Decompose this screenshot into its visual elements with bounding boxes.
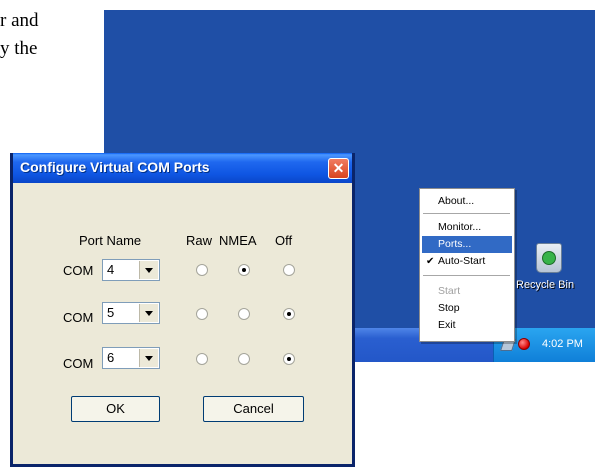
menu-item-auto-start[interactable]: ✔ Auto-Start bbox=[422, 253, 512, 270]
radio-nmea[interactable] bbox=[238, 308, 250, 320]
menu-item-label: Start bbox=[438, 285, 461, 297]
cancel-button[interactable]: Cancel bbox=[203, 396, 304, 422]
document-text-line-2: y the bbox=[0, 38, 38, 59]
com-port-select[interactable]: 4 bbox=[102, 259, 160, 281]
com-prefix-label: COM bbox=[63, 263, 94, 278]
ok-button[interactable]: OK bbox=[71, 396, 160, 422]
com-port-select[interactable]: 6 bbox=[102, 347, 160, 369]
clock: 4:02 PM bbox=[542, 338, 583, 350]
virtual-com-tray-icon[interactable] bbox=[518, 338, 530, 350]
recycle-bin-icon bbox=[536, 243, 562, 273]
configure-virtual-com-ports-dialog: Configure Virtual COM Ports ✕ Port Name … bbox=[10, 153, 355, 467]
chevron-down-icon[interactable] bbox=[139, 304, 158, 322]
com-port-value: 6 bbox=[107, 350, 115, 365]
column-header-nmea: NMEA bbox=[219, 233, 257, 248]
dialog-titlebar[interactable]: Configure Virtual COM Ports ✕ bbox=[13, 153, 352, 183]
radio-off[interactable] bbox=[283, 264, 295, 276]
radio-off[interactable] bbox=[283, 353, 295, 365]
column-header-port-name: Port Name bbox=[79, 233, 142, 248]
com-port-select[interactable]: 5 bbox=[102, 302, 160, 324]
menu-item-label: About... bbox=[438, 195, 475, 207]
radio-nmea[interactable] bbox=[238, 353, 250, 365]
menu-item-label: Monitor... bbox=[438, 221, 482, 233]
menu-separator bbox=[423, 275, 510, 276]
radio-raw[interactable] bbox=[196, 308, 208, 320]
menu-item-about[interactable]: About... bbox=[422, 193, 512, 210]
radio-nmea[interactable] bbox=[238, 264, 250, 276]
dialog-title: Configure Virtual COM Ports bbox=[20, 159, 210, 175]
com-prefix-label: COM bbox=[63, 356, 94, 371]
menu-item-label: Auto-Start bbox=[438, 255, 486, 267]
chevron-down-icon[interactable] bbox=[139, 349, 158, 367]
menu-item-label: Exit bbox=[438, 319, 456, 331]
menu-item-stop[interactable]: Stop bbox=[422, 300, 512, 317]
radio-raw[interactable] bbox=[196, 264, 208, 276]
close-button[interactable]: ✕ bbox=[328, 158, 349, 179]
menu-separator bbox=[423, 213, 510, 214]
menu-item-label: Ports... bbox=[438, 238, 472, 250]
recycle-bin-label: Recycle Bin bbox=[516, 279, 575, 291]
close-icon: ✕ bbox=[332, 160, 345, 176]
menu-item-ports[interactable]: Ports... bbox=[422, 236, 512, 253]
column-header-raw: Raw bbox=[186, 233, 213, 248]
menu-item-monitor[interactable]: Monitor... bbox=[422, 219, 512, 236]
document-text-line-1: r and bbox=[0, 10, 39, 31]
com-port-value: 5 bbox=[107, 305, 115, 320]
menu-item-label: Stop bbox=[438, 302, 460, 314]
tray-context-menu: About... Monitor... Ports... ✔ Auto-Star… bbox=[419, 188, 515, 342]
com-port-value: 4 bbox=[107, 262, 115, 277]
radio-raw[interactable] bbox=[196, 353, 208, 365]
com-prefix-label: COM bbox=[63, 310, 94, 325]
column-header-off: Off bbox=[275, 233, 293, 248]
chevron-down-icon[interactable] bbox=[139, 261, 158, 279]
checkmark-icon: ✔ bbox=[426, 256, 435, 267]
menu-item-start: Start bbox=[422, 283, 512, 300]
menu-item-exit[interactable]: Exit bbox=[422, 317, 512, 334]
radio-off[interactable] bbox=[283, 308, 295, 320]
